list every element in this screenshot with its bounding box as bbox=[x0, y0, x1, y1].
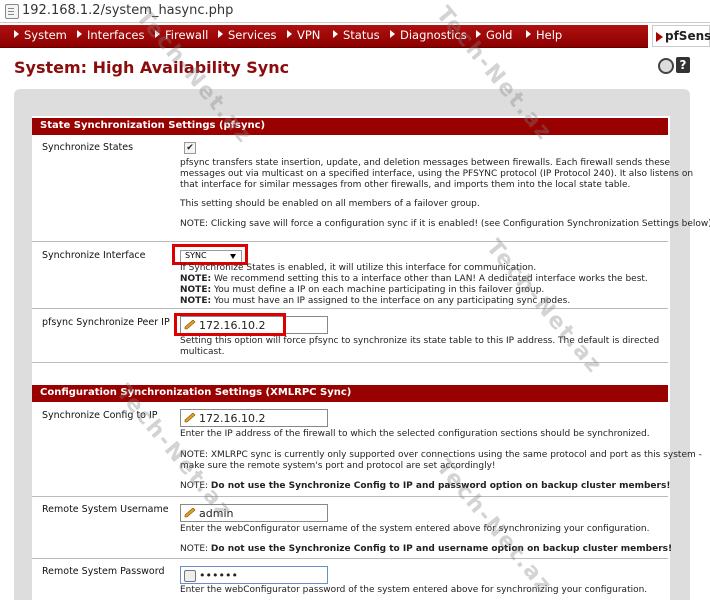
sync-states-desc-2: messages out via multicast on a specifie… bbox=[180, 169, 694, 179]
sync-states-desc-3: that interface for similar messages from… bbox=[180, 180, 631, 190]
state-sync-header: State Synchronization Settings (pfsync) bbox=[32, 118, 668, 135]
sync-states-label: Synchronize States bbox=[42, 142, 134, 153]
config-ip-desc-1: Enter the IP address of the firewall to … bbox=[180, 429, 650, 439]
address-bar[interactable]: 192.168.1.2/system_hasync.php bbox=[0, 0, 710, 23]
help-icon[interactable]: ? bbox=[676, 57, 690, 73]
row-divider bbox=[32, 241, 668, 242]
password-label: Remote System Password bbox=[42, 566, 165, 577]
nav-help[interactable]: Help bbox=[526, 28, 562, 42]
row-divider bbox=[32, 362, 668, 363]
sync-interface-desc: If Synchronize States is enabled, it wil… bbox=[180, 263, 537, 273]
arrow-icon bbox=[218, 30, 223, 38]
status-icon[interactable] bbox=[658, 58, 674, 74]
pencil-icon bbox=[184, 508, 196, 518]
logo-mark-icon bbox=[656, 32, 663, 42]
sync-states-checkbox[interactable]: ✔ bbox=[184, 142, 196, 154]
page-title: System: High Availability Sync bbox=[14, 58, 290, 77]
arrow-icon bbox=[77, 30, 82, 38]
password-desc: Enter the webConfigurator password of th… bbox=[180, 585, 648, 595]
config-ip-note: NOTE: Do not use the Synchronize Config … bbox=[180, 481, 671, 491]
url-text[interactable]: 192.168.1.2/system_hasync.php bbox=[22, 3, 233, 18]
peer-ip-desc-2: multicast. bbox=[180, 347, 225, 357]
config-ip-input[interactable]: 172.16.10.2 bbox=[180, 409, 328, 427]
arrow-icon bbox=[333, 30, 338, 38]
row-divider bbox=[32, 558, 668, 559]
highlight-box bbox=[172, 244, 248, 265]
arrow-icon bbox=[14, 30, 19, 38]
sync-interface-label: Synchronize Interface bbox=[42, 250, 146, 261]
row-divider bbox=[32, 308, 668, 309]
arrow-icon bbox=[287, 30, 292, 38]
pfsense-logo[interactable]: pfSense. bbox=[652, 25, 710, 47]
sync-interface-note-3: NOTE: You must have an IP assigned to th… bbox=[180, 296, 571, 306]
username-input[interactable]: admin bbox=[180, 504, 328, 522]
row-divider bbox=[32, 496, 668, 497]
sync-interface-note-1: NOTE: We recommend setting this to a int… bbox=[180, 274, 648, 284]
sync-states-desc-1: pfsync transfers state insertion, update… bbox=[180, 158, 670, 168]
peer-ip-label: pfsync Synchronize Peer IP bbox=[42, 317, 170, 328]
sync-interface-note-2: NOTE: You must define a IP on each machi… bbox=[180, 285, 545, 295]
config-ip-desc-2: NOTE: XMLRPC sync is currently only supp… bbox=[180, 450, 702, 460]
nav-system[interactable]: System bbox=[14, 28, 67, 42]
password-input[interactable]: •••••• bbox=[180, 566, 328, 584]
pencil-icon bbox=[184, 413, 196, 423]
nav-status[interactable]: Status bbox=[333, 28, 380, 42]
sync-states-desc-4: This setting should be enabled on all me… bbox=[180, 199, 480, 209]
sync-states-note: NOTE: Clicking save will force a configu… bbox=[180, 219, 710, 229]
nav-interfaces[interactable]: Interfaces bbox=[77, 28, 144, 42]
lock-icon bbox=[184, 570, 196, 582]
main-nav: System Interfaces Firewall Services VPN … bbox=[0, 25, 648, 48]
highlight-box bbox=[174, 313, 286, 336]
nav-vpn[interactable]: VPN bbox=[287, 28, 320, 42]
nav-services[interactable]: Services bbox=[218, 28, 277, 42]
arrow-icon bbox=[390, 30, 395, 38]
username-note: NOTE: Do not use the Synchronize Config … bbox=[180, 544, 673, 554]
username-label: Remote System Username bbox=[42, 504, 169, 515]
page-icon bbox=[5, 4, 19, 19]
username-desc: Enter the webConfigurator username of th… bbox=[180, 524, 650, 534]
arrow-icon bbox=[526, 30, 531, 38]
